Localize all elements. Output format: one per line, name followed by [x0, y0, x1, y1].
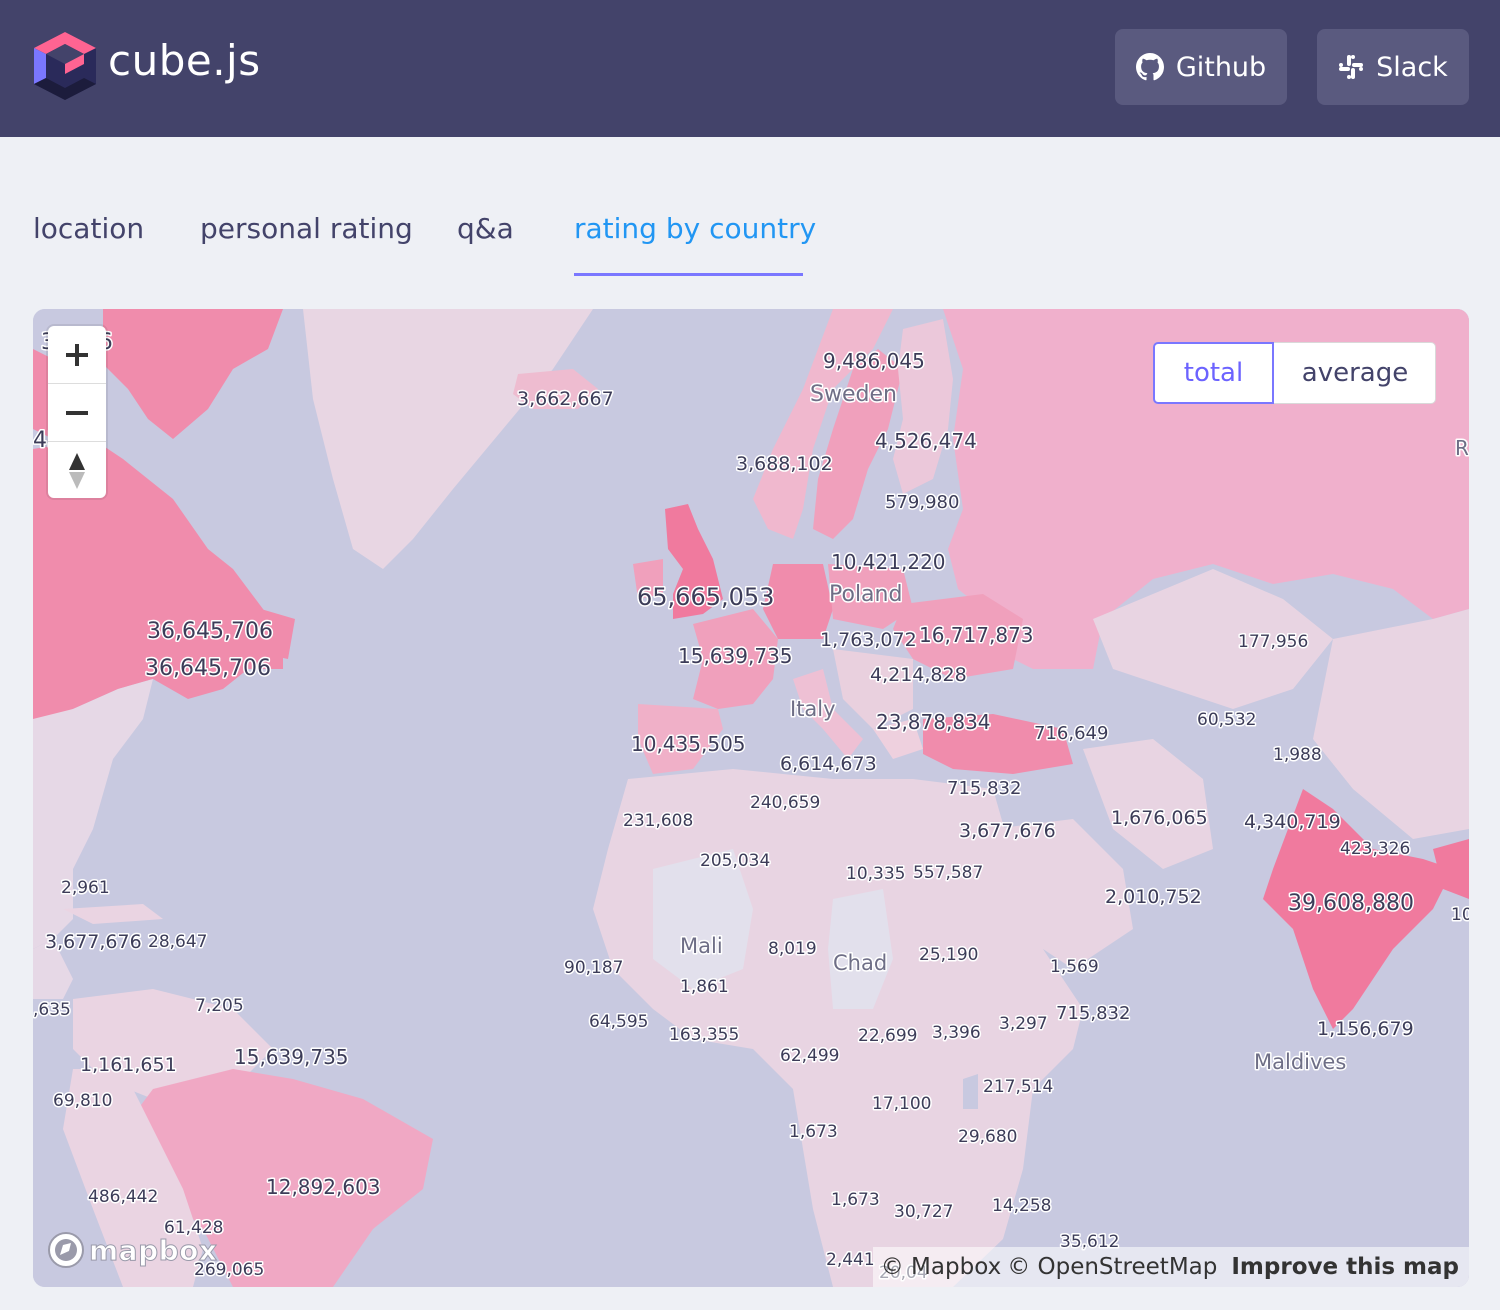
east-africa-lakes[interactable] [963, 1074, 978, 1109]
tab-location[interactable]: location [33, 212, 144, 245]
compass-button[interactable] [48, 442, 106, 499]
github-icon [1135, 53, 1164, 81]
attribution-mapbox-link[interactable]: © Mapbox [881, 1254, 1001, 1280]
plus-icon [66, 343, 88, 366]
zoom-controls [48, 326, 106, 498]
mapbox-logo-icon [48, 1232, 84, 1268]
tab-rating-by-country[interactable]: rating by country [574, 212, 816, 245]
toggle-average-button[interactable]: average [1274, 343, 1436, 403]
slack-icon [1338, 54, 1364, 80]
ireland[interactable] [633, 559, 663, 599]
metric-toggle: total average [1153, 342, 1436, 404]
zoom-out-button[interactable] [48, 384, 106, 441]
tab-qa[interactable]: q&a [457, 212, 514, 245]
active-tab-indicator [574, 273, 803, 276]
slack-label: Slack [1376, 51, 1448, 83]
choropleth-map[interactable]: 3 ,706 45 9,486,045 Sweden 3,662,667 4,5… [33, 309, 1469, 1287]
toggle-total-button[interactable]: total [1153, 342, 1274, 404]
cubejs-logo-icon[interactable] [32, 30, 98, 106]
improve-map-link[interactable]: Improve this map [1231, 1254, 1459, 1280]
map-canvas[interactable] [33, 309, 1469, 1287]
attribution-osm-link[interactable]: © OpenStreetMap [1007, 1254, 1217, 1280]
compass-icon [69, 452, 85, 489]
github-label: Github [1175, 51, 1267, 83]
mapbox-logo[interactable]: mapbox [47, 1231, 217, 1269]
germany[interactable] [763, 564, 833, 639]
zoom-in-button[interactable] [48, 326, 106, 383]
github-button[interactable]: Github [1115, 29, 1287, 105]
mapbox-logo-text: mapbox [88, 1233, 218, 1267]
top-header: cube.js Github Slack [0, 0, 1500, 137]
mali[interactable] [653, 849, 753, 989]
brand-name[interactable]: cube.js [108, 36, 261, 85]
tab-personal-rating[interactable]: personal rating [200, 212, 413, 245]
map-attribution: © Mapbox © OpenStreetMap Improve this ma… [872, 1247, 1469, 1287]
minus-icon [66, 410, 88, 415]
slack-button[interactable]: Slack [1317, 29, 1469, 105]
